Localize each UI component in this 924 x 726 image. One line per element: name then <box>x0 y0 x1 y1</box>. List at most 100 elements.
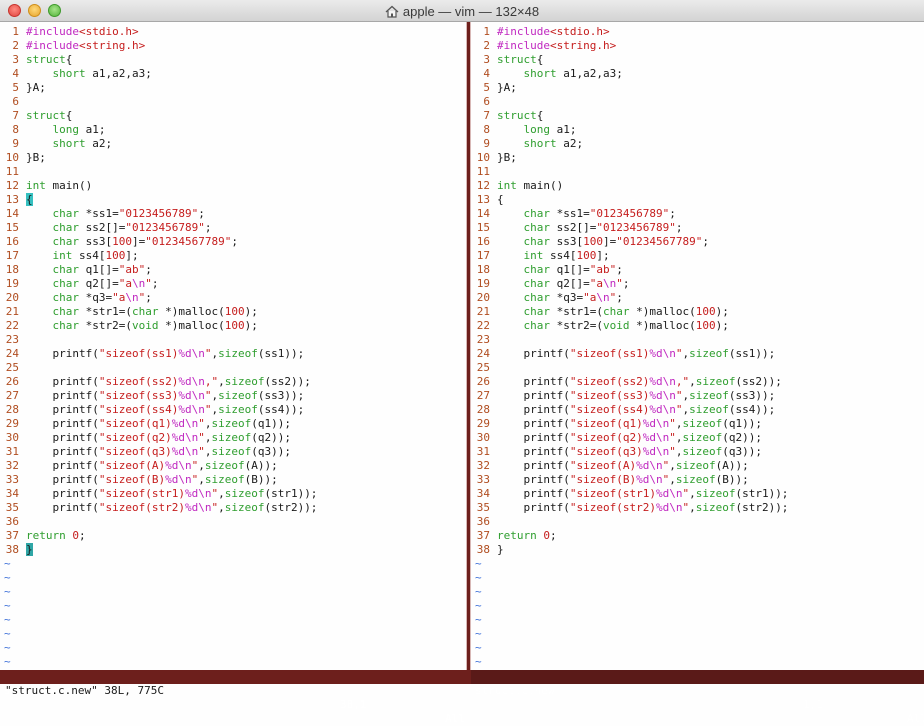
left-code-line[interactable]: 5}A; <box>0 81 466 95</box>
line-text[interactable]: printf("sizeof(ss1)%d\n",sizeof(ss1)); <box>497 347 775 361</box>
right-code-line[interactable]: 16 char ss3[100]="01234567789"; <box>471 235 924 249</box>
left-code-line[interactable]: 18 char q1[]="ab"; <box>0 263 466 277</box>
right-code-line[interactable]: 37 return 0; <box>471 529 924 543</box>
line-text[interactable]: char ss2[]="0123456789"; <box>26 221 212 235</box>
line-text[interactable]: }A; <box>497 81 517 95</box>
line-text[interactable]: printf("sizeof(ss3)%d\n",sizeof(ss3)); <box>497 389 775 403</box>
right-code-line[interactable]: 8 long a1; <box>471 123 924 137</box>
left-code-line[interactable]: 1 #include<stdio.h> <box>0 25 466 39</box>
left-code-line[interactable]: 27 printf("sizeof(ss3)%d\n",sizeof(ss3))… <box>0 389 466 403</box>
right-code-line[interactable]: 24 printf("sizeof(ss1)%d\n",sizeof(ss1))… <box>471 347 924 361</box>
right-code-line[interactable]: 2 #include<string.h> <box>471 39 924 53</box>
left-code-line[interactable]: 33 printf("sizeof(B)%d\n",sizeof(B)); <box>0 473 466 487</box>
line-text[interactable]: long a1; <box>497 123 577 137</box>
left-code-line[interactable]: 3 struct{ <box>0 53 466 67</box>
line-text[interactable]: printf("sizeof(B)%d\n",sizeof(B)); <box>26 473 277 487</box>
right-code-line[interactable]: 20 char *q3="a\n"; <box>471 291 924 305</box>
right-code-line[interactable]: 23 <box>471 333 924 347</box>
line-text[interactable]: printf("sizeof(A)%d\n",sizeof(A)); <box>497 459 748 473</box>
line-text[interactable]: struct{ <box>26 53 72 67</box>
left-code-line[interactable]: 22 char *str2=(void *)malloc(100); <box>0 319 466 333</box>
line-text[interactable]: char *ss1="0123456789"; <box>497 207 676 221</box>
line-text[interactable]: }B; <box>497 151 517 165</box>
left-code-line[interactable]: 25 <box>0 361 466 375</box>
window-titlebar[interactable]: apple — vim — 132×48 <box>0 0 924 22</box>
line-text[interactable]: #include<stdio.h> <box>497 25 610 39</box>
left-code-line[interactable]: 21 char *str1=(char *)malloc(100); <box>0 305 466 319</box>
left-code-line[interactable]: 24 printf("sizeof(ss1)%d\n",sizeof(ss1))… <box>0 347 466 361</box>
right-code-line[interactable]: 22 char *str2=(void *)malloc(100); <box>471 319 924 333</box>
right-code-line[interactable]: 15 char ss2[]="0123456789"; <box>471 221 924 235</box>
line-text[interactable]: printf("sizeof(ss1)%d\n",sizeof(ss1)); <box>26 347 304 361</box>
right-code-line[interactable]: 6 <box>471 95 924 109</box>
line-text[interactable]: struct{ <box>497 53 543 67</box>
line-text[interactable]: printf("sizeof(q1)%d\n",sizeof(q1)); <box>497 417 761 431</box>
right-code-line[interactable]: 12 int main() <box>471 179 924 193</box>
command-line[interactable]: "struct.c.new" 38L, 775C <box>0 684 924 702</box>
line-text[interactable]: printf("sizeof(ss3)%d\n",sizeof(ss3)); <box>26 389 304 403</box>
right-code-line[interactable]: 25 <box>471 361 924 375</box>
line-text[interactable]: int ss4[100]; <box>26 249 139 263</box>
line-text[interactable]: char *str1=(char *)malloc(100); <box>26 305 258 319</box>
line-text[interactable]: char q1[]="ab"; <box>497 263 623 277</box>
line-text[interactable]: printf("sizeof(q1)%d\n",sizeof(q1)); <box>26 417 290 431</box>
line-text[interactable]: int ss4[100]; <box>497 249 610 263</box>
line-text[interactable]: short a2; <box>26 137 113 151</box>
right-code-line[interactable]: 17 int ss4[100]; <box>471 249 924 263</box>
left-code-line[interactable]: 37 return 0; <box>0 529 466 543</box>
line-text[interactable]: char ss2[]="0123456789"; <box>497 221 683 235</box>
left-code-line[interactable]: 19 char q2[]="a\n"; <box>0 277 466 291</box>
line-text[interactable]: struct{ <box>497 109 543 123</box>
line-text[interactable]: short a1,a2,a3; <box>26 67 152 81</box>
left-code-area[interactable]: 1 #include<stdio.h> 2 #include<string.h> 3 st… <box>0 22 466 669</box>
line-text[interactable]: }A; <box>26 81 46 95</box>
right-code-line[interactable]: 33 printf("sizeof(B)%d\n",sizeof(B)); <box>471 473 924 487</box>
line-text[interactable]: char *q3="a\n"; <box>26 291 152 305</box>
right-code-line[interactable]: 19 char q2[]="a\n"; <box>471 277 924 291</box>
line-text[interactable]: printf("sizeof(ss2)%d\n,",sizeof(ss2)); <box>26 375 310 389</box>
right-code-line[interactable]: 36 <box>471 515 924 529</box>
line-text[interactable]: char q1[]="ab"; <box>26 263 152 277</box>
line-text[interactable]: #include<string.h> <box>497 39 616 53</box>
right-code-line[interactable]: 9 short a2; <box>471 137 924 151</box>
left-code-line[interactable]: 16 char ss3[100]="01234567789"; <box>0 235 466 249</box>
right-code-area[interactable]: 1 #include<stdio.h> 2 #include<string.h> 3 st… <box>471 22 924 669</box>
line-text[interactable]: char ss3[100]="01234567789"; <box>497 235 709 249</box>
line-text[interactable]: char *str2=(void *)malloc(100); <box>497 319 729 333</box>
line-text[interactable]: #include<string.h> <box>26 39 145 53</box>
line-text[interactable]: { <box>26 193 33 207</box>
left-code-line[interactable]: 35 printf("sizeof(str2)%d\n",sizeof(str2… <box>0 501 466 515</box>
left-code-line[interactable]: 30 printf("sizeof(q2)%d\n",sizeof(q2)); <box>0 431 466 445</box>
left-code-line[interactable]: 34 printf("sizeof(str1)%d\n",sizeof(str1… <box>0 487 466 501</box>
right-code-line[interactable]: 30 printf("sizeof(q2)%d\n",sizeof(q2)); <box>471 431 924 445</box>
line-text[interactable]: } <box>26 543 33 557</box>
line-text[interactable]: #include<stdio.h> <box>26 25 139 39</box>
left-code-line[interactable]: 26 printf("sizeof(ss2)%d\n,",sizeof(ss2)… <box>0 375 466 389</box>
line-text[interactable]: int main() <box>26 179 92 193</box>
line-text[interactable]: char *q3="a\n"; <box>497 291 623 305</box>
line-text[interactable]: } <box>497 543 504 557</box>
left-code-line[interactable]: 29 printf("sizeof(q1)%d\n",sizeof(q1)); <box>0 417 466 431</box>
line-text[interactable]: printf("sizeof(A)%d\n",sizeof(A)); <box>26 459 277 473</box>
right-code-line[interactable]: 32 printf("sizeof(A)%d\n",sizeof(A)); <box>471 459 924 473</box>
left-code-line[interactable]: 28 printf("sizeof(ss4)%d\n",sizeof(ss4))… <box>0 403 466 417</box>
line-text[interactable]: char q2[]="a\n"; <box>26 277 159 291</box>
line-text[interactable]: struct{ <box>26 109 72 123</box>
line-text[interactable]: return 0; <box>26 529 86 543</box>
left-code-line[interactable]: 20 char *q3="a\n"; <box>0 291 466 305</box>
left-code-line[interactable]: 23 <box>0 333 466 347</box>
line-text[interactable]: printf("sizeof(str1)%d\n",sizeof(str1)); <box>26 487 317 501</box>
left-code-line[interactable]: 8 long a1; <box>0 123 466 137</box>
left-code-line[interactable]: 9 short a2; <box>0 137 466 151</box>
left-code-line[interactable]: 31 printf("sizeof(q3)%d\n",sizeof(q3)); <box>0 445 466 459</box>
right-editor-pane[interactable]: 1 #include<stdio.h> 2 #include<string.h> 3 st… <box>471 22 924 670</box>
right-code-line[interactable]: 21 char *str1=(char *)malloc(100); <box>471 305 924 319</box>
left-code-line[interactable]: 38} <box>0 543 466 557</box>
right-code-line[interactable]: 14 char *ss1="0123456789"; <box>471 207 924 221</box>
right-code-line[interactable]: 29 printf("sizeof(q1)%d\n",sizeof(q1)); <box>471 417 924 431</box>
left-code-line[interactable]: 7 struct{ <box>0 109 466 123</box>
line-text[interactable]: char *ss1="0123456789"; <box>26 207 205 221</box>
line-text[interactable]: char *str1=(char *)malloc(100); <box>497 305 729 319</box>
right-code-line[interactable]: 34 printf("sizeof(str1)%d\n",sizeof(str1… <box>471 487 924 501</box>
right-code-line[interactable]: 31 printf("sizeof(q3)%d\n",sizeof(q3)); <box>471 445 924 459</box>
